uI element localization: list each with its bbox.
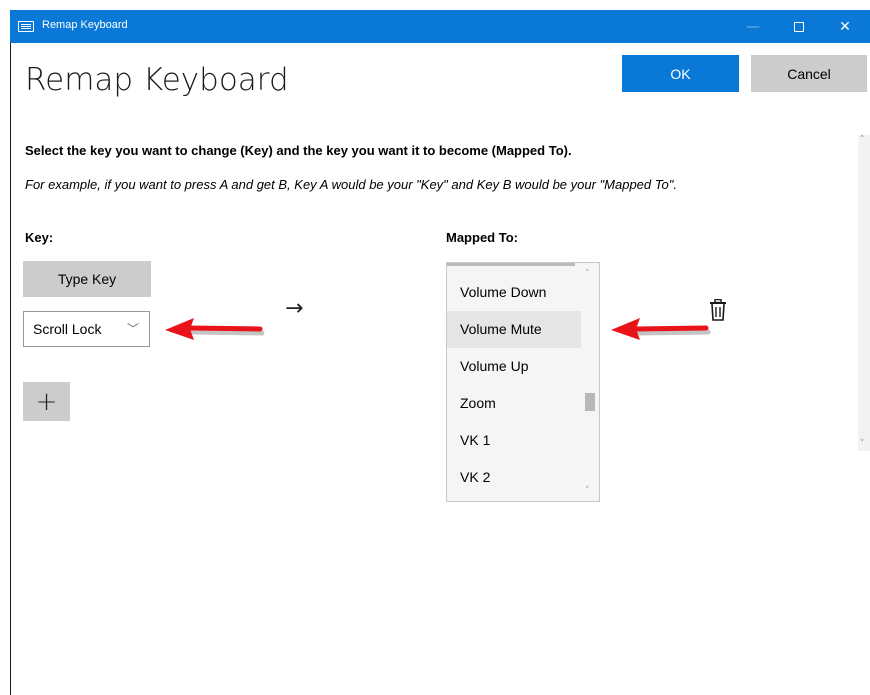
title-bar: Remap Keyboard — ✕ — [10, 10, 870, 43]
list-item-zoom[interactable]: Zoom — [447, 385, 581, 422]
cancel-button[interactable]: Cancel — [751, 55, 867, 92]
mapped-to-dropdown-list[interactable]: Volume Down Volume Mute Volume Up Zoom V… — [446, 262, 600, 502]
red-arrow-icon — [611, 318, 711, 340]
key-column-label: Key: — [25, 230, 54, 245]
mapping-arrow-icon: → — [285, 296, 304, 321]
list-scroll-thumb[interactable] — [585, 393, 595, 411]
list-item-volume-mute[interactable]: Volume Mute — [447, 311, 581, 348]
red-arrow-icon — [165, 318, 265, 340]
scroll-down-icon[interactable]: ˅ — [860, 439, 865, 449]
keyboard-icon — [18, 21, 34, 32]
list-item-vk-2[interactable]: VK 2 — [447, 459, 581, 496]
chevron-down-icon: ﹀ — [126, 322, 139, 336]
maximize-icon — [794, 21, 804, 32]
list-scroll-up-icon[interactable]: ˄ — [585, 269, 590, 279]
window-border — [10, 43, 11, 695]
window-title: Remap Keyboard — [42, 19, 128, 31]
maximize-button[interactable] — [776, 10, 822, 43]
list-item-volume-up[interactable]: Volume Up — [447, 348, 581, 385]
close-button[interactable]: ✕ — [822, 10, 868, 43]
list-item-volume-down[interactable]: Volume Down — [447, 274, 581, 311]
list-scroll-down-icon[interactable]: ˅ — [585, 486, 590, 496]
key-select-dropdown[interactable]: Scroll Lock ﹀ — [23, 311, 150, 347]
mapped-to-column-label: Mapped To: — [446, 230, 518, 245]
instructions-text: Select the key you want to change (Key) … — [25, 143, 572, 158]
list-item-vk-1[interactable]: VK 1 — [447, 422, 581, 459]
type-key-button[interactable]: Type Key — [23, 261, 151, 297]
page-scrollbar[interactable]: ˄ ˅ — [858, 135, 870, 451]
page-title: Remap Keyboard — [25, 62, 289, 98]
minimize-button[interactable]: — — [730, 10, 776, 43]
ok-button[interactable]: OK — [622, 55, 739, 92]
add-mapping-button[interactable]: + — [23, 382, 70, 421]
list-scrollbar[interactable]: ˄ ˅ — [581, 263, 599, 501]
scroll-up-icon[interactable]: ˄ — [860, 135, 865, 145]
list-top-edge — [447, 263, 575, 266]
key-select-value: Scroll Lock — [33, 321, 102, 337]
example-text: For example, if you want to press A and … — [25, 177, 677, 192]
